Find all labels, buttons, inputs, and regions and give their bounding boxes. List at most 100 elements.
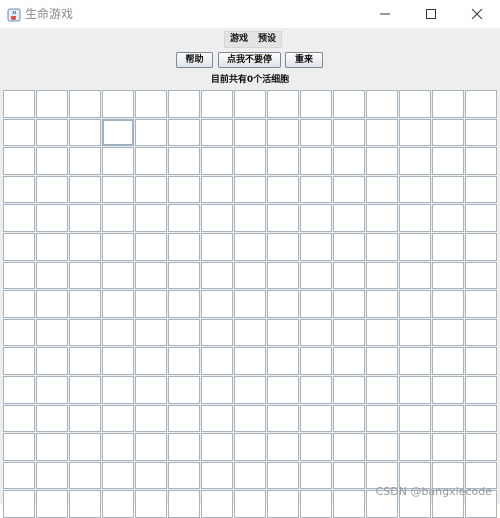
grid-cell[interactable] (3, 490, 35, 518)
grid-cell[interactable] (465, 290, 497, 318)
grid-cell[interactable] (432, 290, 464, 318)
grid-cell[interactable] (102, 232, 134, 261)
grid-cell[interactable] (69, 290, 101, 318)
grid-cell[interactable] (201, 147, 233, 175)
grid-cell[interactable] (300, 318, 332, 347)
grid-cell[interactable] (69, 204, 101, 232)
grid-cell[interactable] (234, 175, 266, 204)
grid-cell[interactable] (69, 175, 101, 204)
grid-cell[interactable] (432, 404, 464, 433)
grid-cell[interactable] (465, 90, 497, 118)
grid-cell[interactable] (465, 204, 497, 232)
grid-cell[interactable] (267, 433, 299, 461)
grid-cell[interactable] (366, 290, 398, 318)
grid-cell[interactable] (333, 175, 365, 204)
grid-cell[interactable] (168, 175, 200, 204)
grid-cell[interactable] (135, 375, 167, 404)
grid-cell[interactable] (3, 118, 35, 147)
grid-cell[interactable] (399, 147, 431, 175)
grid-cell[interactable] (465, 118, 497, 147)
grid-cell[interactable] (267, 461, 299, 490)
grid-cell[interactable] (300, 261, 332, 290)
grid-cell[interactable] (300, 404, 332, 433)
grid-cell[interactable] (465, 261, 497, 290)
grid-cell[interactable] (36, 375, 68, 404)
grid-cell[interactable] (102, 404, 134, 433)
grid-cell[interactable] (399, 175, 431, 204)
grid-cell[interactable] (135, 175, 167, 204)
grid-cell[interactable] (300, 204, 332, 232)
grid-cell[interactable] (69, 232, 101, 261)
grid-cell[interactable] (69, 347, 101, 375)
grid-cell[interactable] (36, 147, 68, 175)
grid-cell[interactable] (69, 490, 101, 518)
grid-cell[interactable] (69, 90, 101, 118)
grid-cell[interactable] (69, 118, 101, 147)
grid-cell[interactable] (3, 290, 35, 318)
grid-cell[interactable] (201, 433, 233, 461)
grid-cell[interactable] (3, 404, 35, 433)
grid-cell[interactable] (102, 347, 134, 375)
grid-cell[interactable] (3, 90, 35, 118)
grid-cell[interactable] (267, 318, 299, 347)
grid-cell[interactable] (267, 290, 299, 318)
grid-cell[interactable] (201, 90, 233, 118)
grid-cell[interactable] (399, 433, 431, 461)
grid-cell[interactable] (135, 290, 167, 318)
grid-cell[interactable] (399, 90, 431, 118)
grid-cell[interactable] (234, 461, 266, 490)
grid-cell[interactable] (102, 461, 134, 490)
grid-cell[interactable] (267, 232, 299, 261)
grid-cell[interactable] (366, 433, 398, 461)
grid-cell[interactable] (102, 118, 134, 147)
grid-cell[interactable] (366, 118, 398, 147)
grid-cell[interactable] (366, 318, 398, 347)
grid-cell[interactable] (267, 375, 299, 404)
grid-cell[interactable] (234, 204, 266, 232)
grid-cell[interactable] (201, 290, 233, 318)
grid-cell[interactable] (234, 90, 266, 118)
grid-cell[interactable] (201, 261, 233, 290)
grid-cell[interactable] (267, 261, 299, 290)
grid-cell[interactable] (333, 232, 365, 261)
grid-cell[interactable] (36, 90, 68, 118)
grid-cell[interactable] (135, 204, 167, 232)
grid-cell[interactable] (366, 204, 398, 232)
grid-cell[interactable] (69, 318, 101, 347)
grid-cell[interactable] (333, 204, 365, 232)
grid-cell[interactable] (300, 490, 332, 518)
grid-cell[interactable] (432, 347, 464, 375)
grid-cell[interactable] (201, 118, 233, 147)
grid-cell[interactable] (234, 433, 266, 461)
grid-cell[interactable] (432, 204, 464, 232)
grid-cell[interactable] (234, 490, 266, 518)
maximize-button[interactable] (408, 0, 454, 28)
grid-cell[interactable] (135, 404, 167, 433)
grid-cell[interactable] (135, 261, 167, 290)
grid-cell[interactable] (168, 118, 200, 147)
grid-cell[interactable] (102, 318, 134, 347)
grid-cell[interactable] (69, 404, 101, 433)
grid-cell[interactable] (300, 433, 332, 461)
grid-cell[interactable] (135, 118, 167, 147)
grid-cell[interactable] (135, 347, 167, 375)
grid-cell[interactable] (102, 90, 134, 118)
grid-cell[interactable] (36, 461, 68, 490)
grid-cell[interactable] (333, 404, 365, 433)
grid-cell[interactable] (300, 232, 332, 261)
grid-cell[interactable] (399, 204, 431, 232)
grid-cell[interactable] (399, 118, 431, 147)
grid-cell[interactable] (267, 404, 299, 433)
grid-cell[interactable] (465, 433, 497, 461)
grid-cell[interactable] (366, 147, 398, 175)
close-button[interactable] (454, 0, 500, 28)
grid-cell[interactable] (366, 404, 398, 433)
help-button[interactable]: 帮助 (176, 52, 213, 68)
grid-cell[interactable] (432, 118, 464, 147)
grid-cell[interactable] (135, 147, 167, 175)
grid-cell[interactable] (300, 461, 332, 490)
grid-cell[interactable] (465, 375, 497, 404)
grid-cell[interactable] (300, 375, 332, 404)
grid-cell[interactable] (201, 404, 233, 433)
grid-cell[interactable] (3, 204, 35, 232)
